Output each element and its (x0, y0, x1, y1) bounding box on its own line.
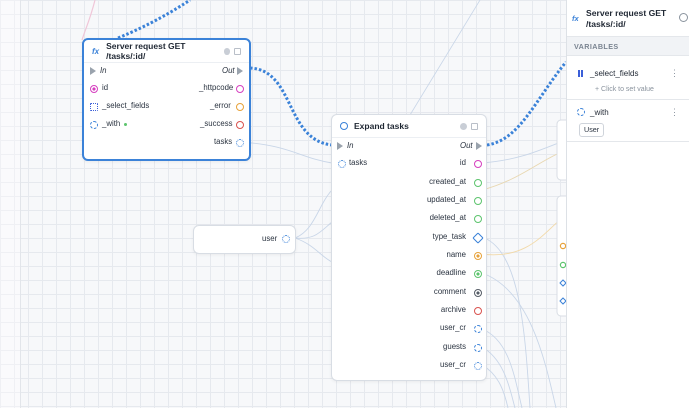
server-request-node[interactable]: fx Server request GET /tasks/:id/ In Out… (82, 38, 251, 161)
output-user-cr-label: user_cr (440, 323, 466, 332)
output-deleted-at-port[interactable] (474, 215, 482, 223)
copy-icon[interactable] (471, 122, 478, 130)
output-deadline-port[interactable] (474, 270, 482, 278)
tasks-port[interactable] (236, 139, 244, 147)
output-updated-at-label: updated_at (426, 195, 466, 204)
output-deleted-at-label: deleted_at (429, 213, 466, 222)
output-type-task-port[interactable] (472, 232, 484, 244)
more-options-icon[interactable]: ⋮ (670, 107, 679, 118)
more-options-icon[interactable]: ⋮ (670, 68, 679, 79)
properties-panel: fx Server request GET /tasks/:id/ VARIAB… (566, 0, 689, 408)
error-output-label: _error (210, 101, 231, 110)
expand-tasks-node-title: Expand tasks (354, 121, 409, 131)
output-id-port[interactable] (474, 160, 482, 168)
out-label: Out (222, 66, 235, 75)
tasks-output-label: tasks (214, 137, 233, 146)
expand-tasks-node[interactable]: Expand tasks In Out tasks id created_at … (331, 114, 487, 381)
select-fields-input-label: _select_fields (102, 101, 150, 110)
output-user-cr-port[interactable] (474, 325, 482, 333)
output-type-task-label: type_task (432, 232, 466, 241)
success-port[interactable] (236, 121, 244, 129)
output-guests-label: guests (443, 342, 466, 351)
error-port[interactable] (236, 103, 244, 111)
user-output-label: user (262, 234, 278, 243)
settings-icon[interactable] (460, 122, 467, 130)
flow-canvas[interactable]: fx Server request GET /tasks/:id/ In Out… (0, 0, 566, 408)
in-label: In (100, 66, 107, 75)
with-input-label: _with (102, 119, 121, 128)
output-created-at-label: created_at (429, 177, 466, 186)
output-updated-at-port[interactable] (474, 197, 482, 205)
output-id-label: id (459, 158, 466, 167)
variables-section-header: VARIABLES (567, 36, 689, 56)
output-name-label: name (446, 250, 466, 259)
user-node[interactable]: user (193, 225, 296, 254)
tasks-input-port[interactable] (338, 160, 346, 168)
output-user-cr-2-label: user_cr (440, 360, 466, 369)
panel-title: Server request GET /tasks/:id/ (586, 8, 667, 29)
output-name-port[interactable] (474, 252, 482, 260)
output-created-at-port[interactable] (474, 179, 482, 187)
output-archive-port[interactable] (474, 307, 482, 315)
httpcode-output-label: _httpcode (199, 83, 234, 92)
settings-icon[interactable] (223, 47, 231, 55)
user-port[interactable] (282, 235, 290, 243)
server-request-node-title: Server request GET /tasks/:id/ (106, 41, 186, 61)
with-variable-icon (577, 108, 585, 116)
function-icon: fx (572, 14, 579, 23)
variable-name: _select_fields (590, 69, 639, 78)
output-deadline-label: deadline (436, 268, 466, 277)
output-guests-port[interactable] (474, 344, 482, 352)
output-comment-port[interactable] (474, 289, 482, 297)
out-flow-port[interactable] (476, 142, 482, 150)
output-archive-label: archive (440, 305, 466, 314)
divider (567, 99, 689, 100)
with-port[interactable] (90, 121, 98, 129)
in-flow-port[interactable] (90, 67, 96, 75)
copy-icon[interactable] (234, 47, 242, 55)
server-request-node-header[interactable]: fx Server request GET /tasks/:id/ (84, 40, 249, 63)
out-label: Out (460, 141, 473, 150)
variable-name: _with (590, 108, 609, 117)
in-label: In (347, 141, 354, 150)
expand-tasks-node-header[interactable]: Expand tasks (332, 115, 486, 138)
tasks-input-label: tasks (349, 158, 368, 167)
output-user-cr-2-port[interactable] (474, 362, 482, 370)
click-to-set-value[interactable]: + Click to set value (595, 86, 654, 93)
id-input-label: id (102, 83, 109, 92)
panel-actions-icon[interactable] (679, 13, 688, 22)
success-output-label: _success (200, 119, 233, 128)
with-status-dot (124, 123, 127, 126)
grid-icon (578, 70, 585, 77)
id-port[interactable] (90, 85, 98, 93)
divider (567, 141, 689, 142)
out-flow-port[interactable] (237, 67, 243, 75)
output-comment-label: comment (433, 287, 466, 296)
in-flow-port[interactable] (337, 142, 343, 150)
variable-value-chip[interactable]: User (579, 123, 605, 137)
select-fields-port[interactable] (90, 103, 98, 111)
httpcode-port[interactable] (236, 85, 244, 93)
expand-icon (340, 122, 348, 130)
function-icon: fx (92, 46, 100, 56)
